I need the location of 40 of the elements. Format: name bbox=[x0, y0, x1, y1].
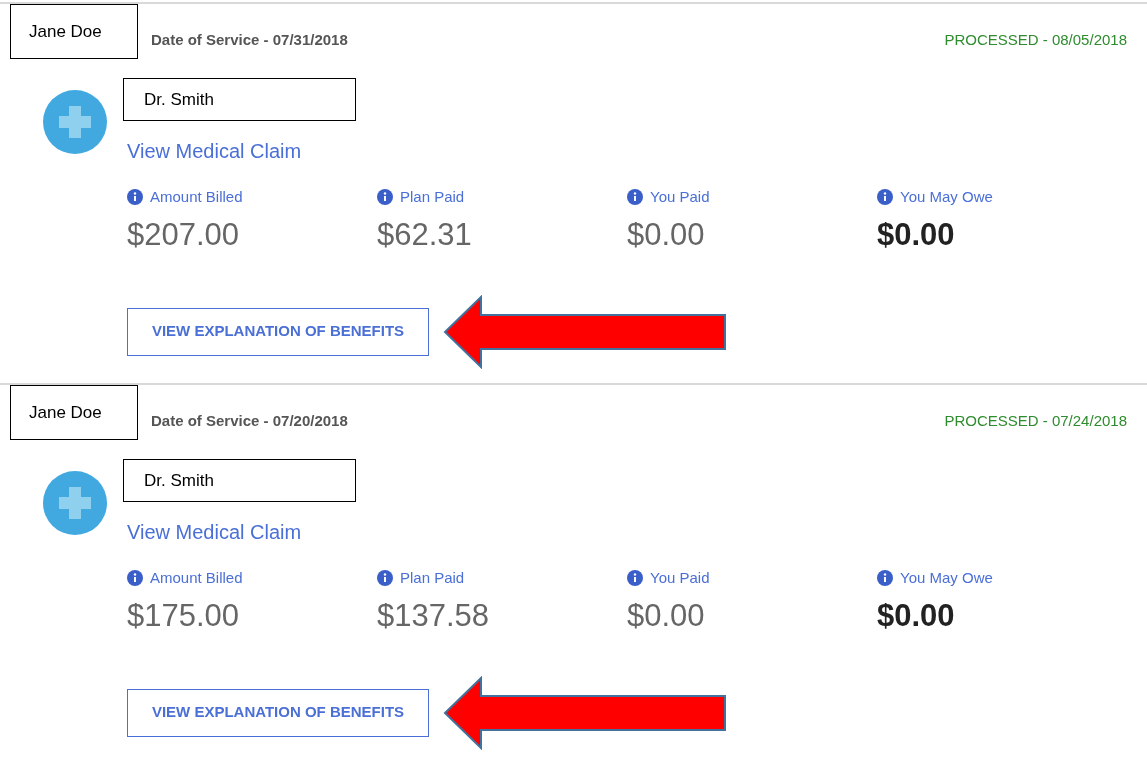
provider-name-label: Dr. Smith bbox=[123, 78, 356, 121]
amount-label: You May Owe bbox=[900, 567, 993, 588]
view-medical-claim-link[interactable]: View Medical Claim bbox=[127, 135, 1127, 166]
amount-label: Plan Paid bbox=[400, 186, 465, 207]
info-icon[interactable] bbox=[377, 188, 393, 205]
date-of-service: Date of Service - 07/20/2018 bbox=[151, 411, 348, 431]
amount-value: $175.00 bbox=[127, 597, 241, 635]
info-icon[interactable] bbox=[877, 569, 893, 586]
provider-name-label: Dr. Smith bbox=[123, 459, 356, 502]
info-icon[interactable] bbox=[877, 188, 893, 205]
amount-value: $0.00 bbox=[627, 597, 706, 635]
info-icon[interactable] bbox=[627, 569, 643, 586]
amount-value: $0.00 bbox=[627, 216, 706, 254]
arrow-icon bbox=[443, 675, 728, 750]
view-explanation-of-benefits-button[interactable]: VIEW EXPLANATION OF BENEFITS bbox=[127, 688, 429, 737]
patient-name-label: Jane Doe bbox=[10, 385, 138, 440]
amount-value: $62.31 bbox=[377, 216, 473, 254]
amount-label: Amount Billed bbox=[150, 567, 243, 588]
amount-label: Amount Billed bbox=[150, 186, 243, 207]
medical-cross-icon bbox=[43, 89, 107, 154]
arrow-icon bbox=[443, 294, 728, 369]
amount-label: Plan Paid bbox=[400, 567, 465, 588]
processed-status: PROCESSED - 07/24/2018 bbox=[944, 411, 1127, 431]
processed-status: PROCESSED - 08/05/2018 bbox=[944, 30, 1127, 50]
amount-value: $137.58 bbox=[377, 597, 491, 635]
amount-label: You Paid bbox=[650, 567, 710, 588]
date-of-service: Date of Service - 07/31/2018 bbox=[151, 30, 348, 50]
amount-value: $0.00 bbox=[877, 597, 956, 635]
amount-value: $0.00 bbox=[877, 216, 956, 254]
info-icon[interactable] bbox=[127, 188, 143, 205]
amount-label: You May Owe bbox=[900, 186, 993, 207]
amount-label: You Paid bbox=[650, 186, 710, 207]
info-icon[interactable] bbox=[627, 188, 643, 205]
medical-cross-icon bbox=[43, 470, 107, 535]
view-explanation-of-benefits-button[interactable]: VIEW EXPLANATION OF BENEFITS bbox=[127, 307, 429, 356]
view-medical-claim-link[interactable]: View Medical Claim bbox=[127, 516, 1127, 547]
patient-name-label: Jane Doe bbox=[10, 4, 138, 59]
info-icon[interactable] bbox=[127, 569, 143, 586]
info-icon[interactable] bbox=[377, 569, 393, 586]
amount-value: $207.00 bbox=[127, 216, 241, 254]
